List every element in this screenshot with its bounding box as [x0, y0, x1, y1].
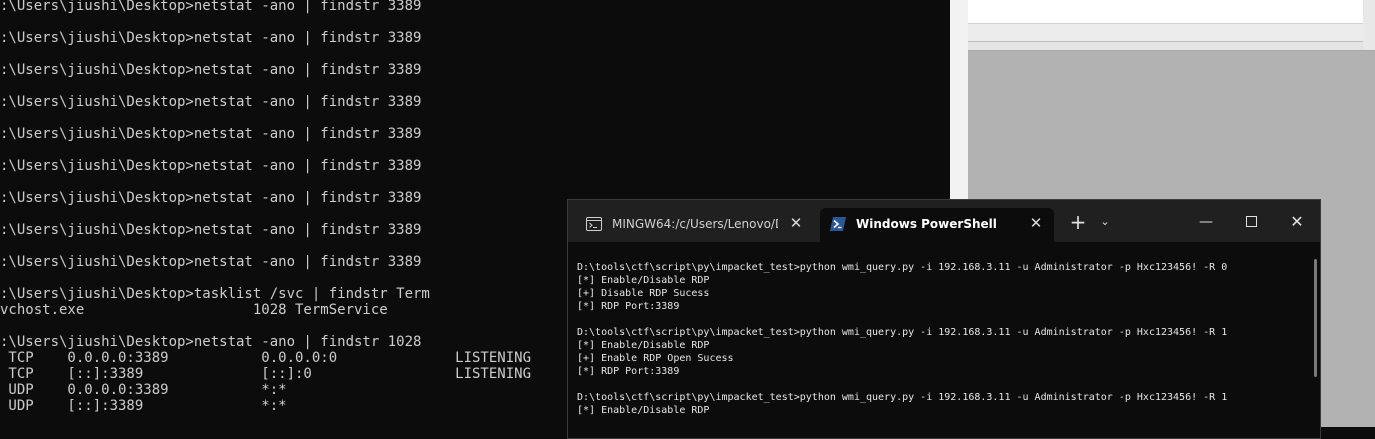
console-line: :\Users\jiushi\Desktop>netstat -ano | fi…: [0, 62, 422, 78]
console-line: :\Users\jiushi\Desktop>netstat -ano | fi…: [0, 0, 422, 14]
console-line: vchost.exe 1028 TermService: [0, 302, 388, 318]
powershell-output[interactable]: D:\tools\ctf\script\py\impacket_test>pyt…: [568, 242, 1320, 438]
minimize-button[interactable]: —: [1188, 208, 1224, 236]
console-line: [*] RDP Port:3389: [577, 366, 680, 377]
console-line: :\Users\jiushi\Desktop>netstat -ano | fi…: [0, 254, 422, 270]
maximize-button[interactable]: [1233, 208, 1269, 236]
console-line: [*] Enable/Disable RDP: [577, 275, 710, 286]
console-line: [+] Disable RDP Sucess: [577, 288, 710, 299]
tab-title: Windows PowerShell: [856, 217, 997, 231]
console-line: [*] Enable/Disable RDP: [577, 340, 710, 351]
console-line: D:\tools\ctf\script\py\impacket_test>pyt…: [577, 327, 1228, 338]
console-line: :\Users\jiushi\Desktop>netstat -ano | fi…: [0, 190, 422, 206]
console-line: :\Users\jiushi\Desktop>netstat -ano | fi…: [0, 126, 422, 142]
close-tab-icon[interactable]: ✕: [1028, 215, 1044, 231]
background-window-toolbar: [968, 24, 1375, 42]
console-line: :\Users\jiushi\Desktop>tasklist /svc | f…: [0, 286, 430, 302]
console-line: [*] RDP Port:3389: [577, 301, 680, 312]
tab-title: MINGW64:/c/Users/Lenovo/De: [612, 217, 778, 231]
console-line: UDP 0.0.0.0:3389 *:* 10: [0, 382, 607, 398]
console-line: :\Users\jiushi\Desktop>netstat -ano | fi…: [0, 30, 422, 46]
console-line: [*] Enable/Disable RDP: [577, 405, 710, 416]
console-line: TCP [::]:3389 [::]:0 LISTENING 10: [0, 366, 607, 382]
console-icon: [586, 217, 602, 231]
close-tab-icon[interactable]: ✕: [788, 215, 804, 231]
close-window-button[interactable]: ✕: [1279, 208, 1315, 236]
background-window-scrollbar[interactable]: [1363, 0, 1375, 50]
tab-windows-powershell[interactable]: Windows PowerShell ✕: [820, 208, 1054, 242]
console-line: :\Users\jiushi\Desktop>netstat -ano | fi…: [0, 94, 422, 110]
new-tab-button[interactable]: +: [1064, 208, 1092, 236]
background-window-divider: [968, 42, 1375, 51]
console-line: D:\tools\ctf\script\py\impacket_test>pyt…: [577, 262, 1228, 273]
console-line: :\Users\jiushi\Desktop>netstat -ano | fi…: [0, 222, 422, 238]
scrollbar-thumb[interactable]: [1314, 259, 1317, 377]
console-line: :\Users\jiushi\Desktop>netstat -ano | fi…: [0, 158, 422, 174]
powershell-icon: [830, 217, 846, 231]
maximize-icon: [1245, 216, 1257, 227]
console-line: UDP [::]:3389 *:* 10: [0, 398, 607, 414]
console-line: D:\tools\ctf\script\py\impacket_test>pyt…: [577, 392, 1228, 403]
windows-terminal-window[interactable]: MINGW64:/c/Users/Lenovo/De ✕ Windows Pow…: [567, 199, 1321, 439]
chevron-down-icon[interactable]: ⌄: [1094, 208, 1116, 236]
console-line: TCP 0.0.0.0:3389 0.0.0.0:0 LISTENING 10: [0, 350, 607, 366]
terminal-tab-bar: MINGW64:/c/Users/Lenovo/De ✕ Windows Pow…: [568, 200, 1320, 242]
console-line: :\Users\jiushi\Desktop>netstat -ano | fi…: [0, 334, 422, 350]
console-line: [+] Enable RDP Open Sucess: [577, 353, 734, 364]
tab-mingw64[interactable]: MINGW64:/c/Users/Lenovo/De ✕: [576, 208, 814, 242]
background-window-content: [968, 0, 1375, 24]
